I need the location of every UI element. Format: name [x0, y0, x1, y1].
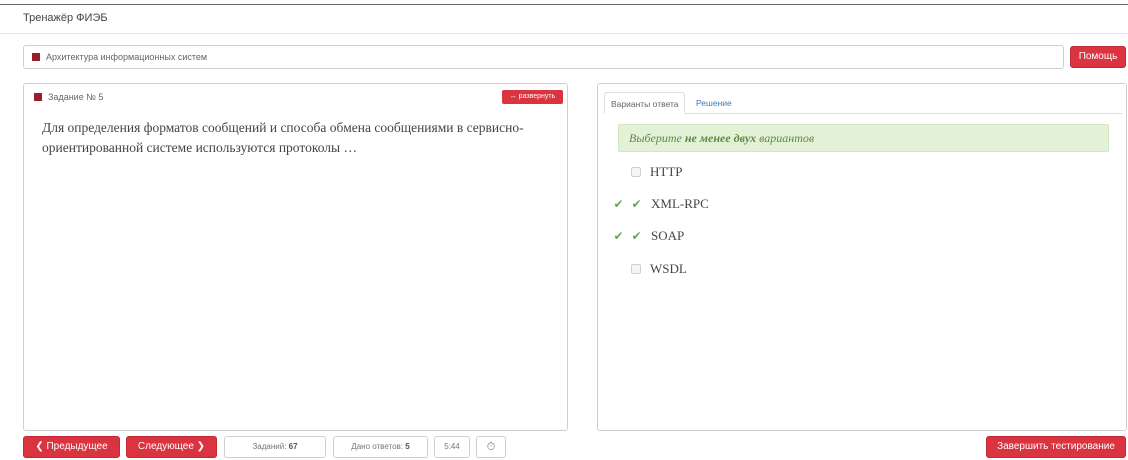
answered-count-badge: Дано ответов: 5: [333, 436, 428, 458]
app-title: Тренажёр ФИЭБ: [23, 12, 108, 24]
option-label: HTTP: [650, 164, 683, 179]
question-panel: Задание № 5 ↔ развернуть Для определения…: [23, 83, 568, 431]
expand-button[interactable]: ↔ развернуть: [502, 90, 563, 104]
answer-tabs: Варианты ответа Решение: [604, 92, 1122, 114]
option-label: WSDL: [650, 261, 687, 276]
checkbox-unchecked-icon[interactable]: [631, 264, 641, 274]
checkbox-checked-icon[interactable]: ✔: [630, 229, 643, 243]
hint-suffix: вариантов: [756, 131, 815, 145]
clock-button[interactable]: ⏱: [476, 436, 506, 458]
help-button[interactable]: Помощь: [1070, 46, 1126, 68]
clock-icon: ⏱: [486, 441, 496, 453]
checkbox-unchecked-icon[interactable]: [631, 167, 641, 177]
course-bar: Архитектура информационных систем: [23, 45, 1064, 69]
top-border: [0, 0, 1128, 5]
task-header: Задание № 5: [34, 92, 103, 102]
hint-emphasis: не менее двух: [684, 131, 757, 145]
tasks-count-label: Заданий:: [252, 442, 287, 451]
title-divider: [0, 33, 1128, 34]
previous-button[interactable]: ❮ Предыдущее: [23, 436, 120, 458]
option-label: XML-RPC: [651, 196, 709, 211]
finish-test-button[interactable]: Завершить тестирование: [986, 436, 1126, 458]
option-wsdl[interactable]: WSDL: [612, 259, 687, 279]
option-soap[interactable]: ✔ ✔ SOAP: [612, 226, 684, 246]
instruction-hint: Выберите не менее двух вариантов: [618, 124, 1109, 152]
answers-panel: Варианты ответа Решение Выберите не мене…: [597, 83, 1127, 431]
option-http[interactable]: HTTP: [612, 162, 683, 182]
task-title: Задание № 5: [48, 92, 104, 102]
correct-checkmark-icon: ✔: [613, 197, 624, 211]
tasks-count-value: 67: [288, 442, 298, 451]
hint-prefix: Выберите: [629, 131, 685, 145]
tasks-count-badge: Заданий: 67: [224, 436, 326, 458]
tab-answer-options[interactable]: Варианты ответа: [604, 92, 686, 114]
option-label: SOAP: [651, 228, 685, 243]
checkbox-checked-icon[interactable]: ✔: [630, 197, 643, 211]
timer: 5:44: [434, 436, 470, 458]
option-xml-rpc[interactable]: ✔ ✔ XML-RPC: [612, 194, 709, 214]
answered-count-value: 5: [405, 442, 410, 451]
question-text: Для определения форматов сообщений и спо…: [42, 120, 524, 155]
correct-checkmark-icon: ✔: [613, 229, 624, 243]
task-marker-icon: [34, 93, 42, 101]
tab-solution[interactable]: Решение: [690, 92, 738, 114]
course-marker-icon: [32, 53, 40, 61]
answered-count-label: Дано ответов:: [351, 442, 404, 451]
course-name: Архитектура информационных систем: [46, 52, 208, 62]
next-button[interactable]: Следующее ❯: [126, 436, 217, 458]
